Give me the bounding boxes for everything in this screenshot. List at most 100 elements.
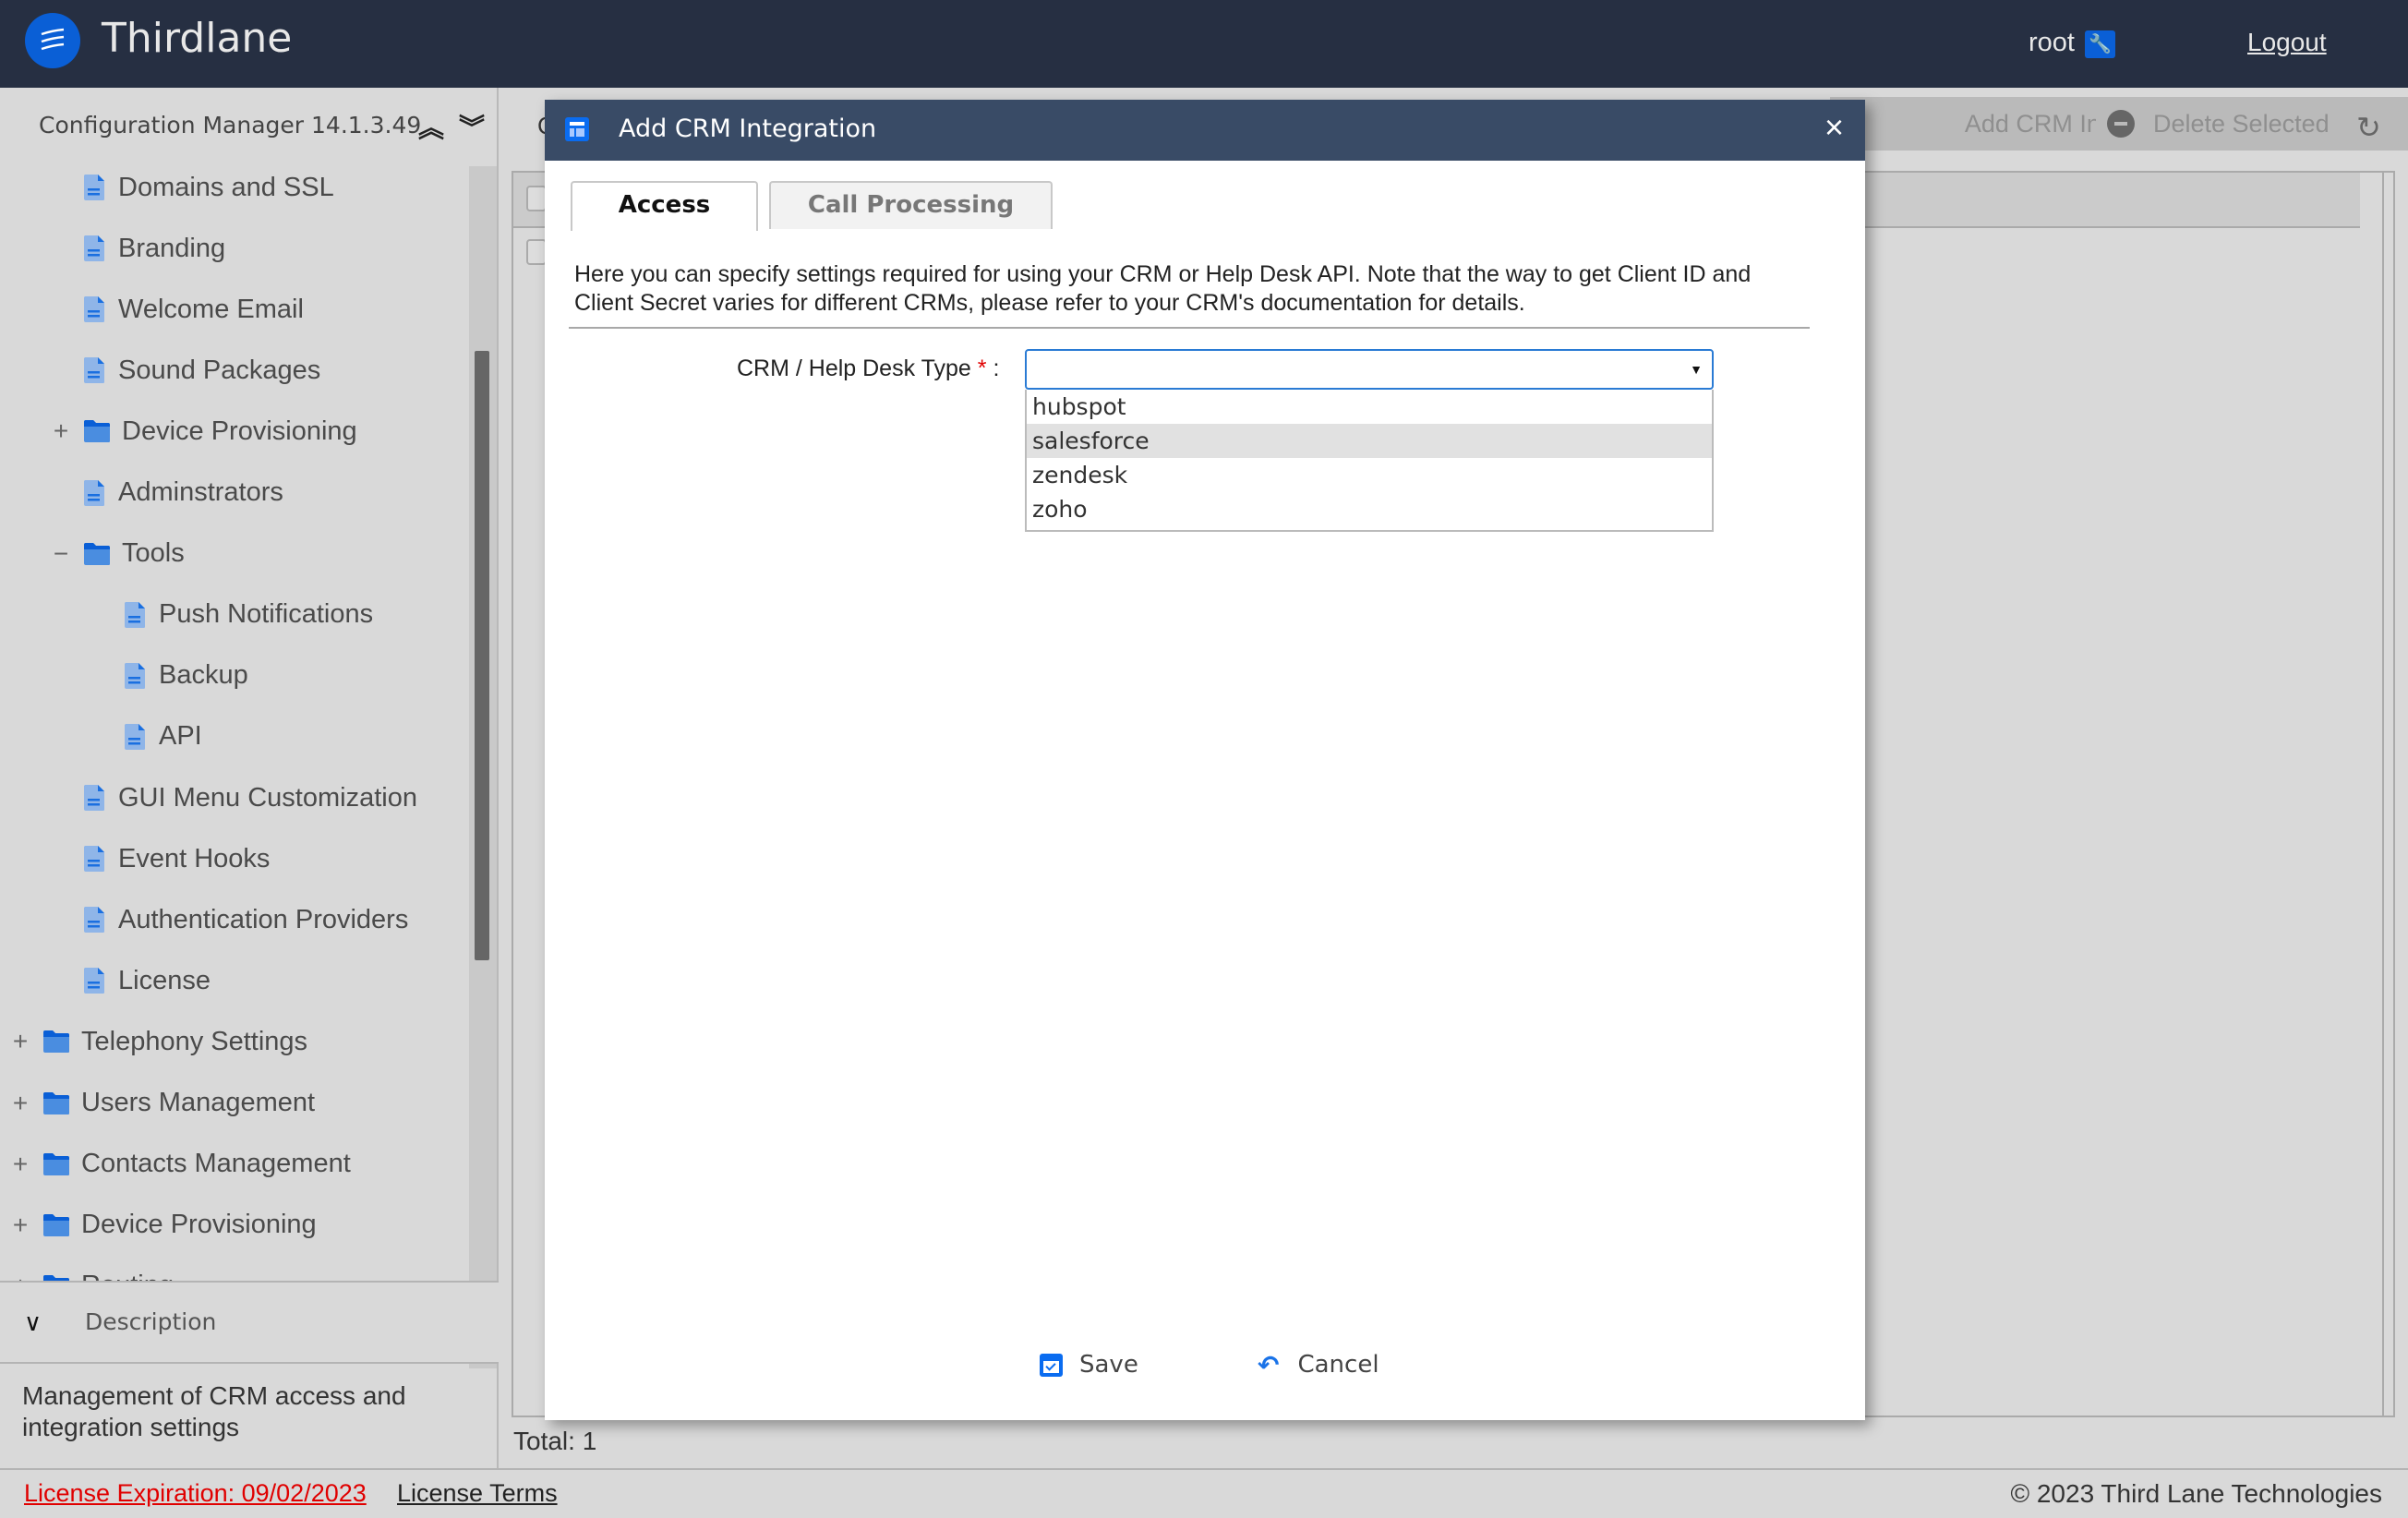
tree-item-label: Adminstrators bbox=[118, 477, 283, 507]
brand-name: Thirdlane bbox=[102, 15, 293, 62]
tree-item[interactable]: + Telephony Settings bbox=[13, 1018, 308, 1065]
expand-icon[interactable]: + bbox=[9, 1089, 31, 1118]
navigation-tree: Domains and SSL Branding Welcome Email Soun… bbox=[0, 166, 499, 1368]
save-label: Save bbox=[1079, 1351, 1138, 1379]
description-panel-header[interactable]: ∨ Description bbox=[0, 1281, 499, 1364]
license-expiration-link[interactable]: License Expiration: 09/02/2023 bbox=[24, 1479, 367, 1508]
refresh-icon[interactable]: ↻ bbox=[2356, 110, 2381, 145]
document-icon bbox=[83, 967, 105, 994]
cancel-button[interactable]: ↶ Cancel bbox=[1258, 1346, 1379, 1383]
tree-item[interactable]: + Device Provisioning bbox=[13, 1202, 317, 1248]
tree-item-label: Branding bbox=[118, 233, 226, 263]
tree-item-label: Welcome Email bbox=[118, 294, 304, 324]
tree-item-label: Telephony Settings bbox=[81, 1026, 308, 1056]
app-header: Thirdlane root 🔧 Logout bbox=[0, 0, 2408, 88]
tree-item[interactable]: API bbox=[124, 714, 202, 760]
tree-item[interactable]: Sound Packages bbox=[83, 347, 320, 393]
folder-icon bbox=[83, 419, 111, 443]
chevron-down-icon[interactable]: ∨ bbox=[24, 1308, 42, 1337]
tree-item[interactable]: Push Notifications bbox=[124, 592, 373, 638]
crm-type-select[interactable]: ▼ bbox=[1025, 349, 1714, 390]
tabs-divider bbox=[569, 327, 1810, 329]
expand-icon[interactable]: + bbox=[50, 416, 72, 446]
tree-scrollbar-thumb[interactable] bbox=[475, 351, 489, 960]
add-crm-integration-dialog: Add CRM Integration × Access Call Proces… bbox=[545, 100, 1865, 1420]
required-marker: * bbox=[977, 355, 987, 381]
save-button[interactable]: Save bbox=[1040, 1346, 1138, 1383]
dropdown-option[interactable]: zendesk bbox=[1027, 458, 1712, 492]
tree-item-label: Push Notifications bbox=[159, 599, 374, 630]
tree-item-label: Sound Packages bbox=[118, 355, 321, 385]
copyright: © 2023 Third Lane Technologies bbox=[2010, 1479, 2382, 1508]
tree-item[interactable]: + Contacts Management bbox=[13, 1141, 351, 1187]
document-icon bbox=[124, 662, 146, 690]
document-icon bbox=[83, 784, 105, 812]
document-icon bbox=[83, 235, 105, 262]
tab-access[interactable]: Access bbox=[571, 181, 758, 231]
document-icon bbox=[83, 906, 105, 934]
document-icon bbox=[124, 723, 146, 751]
tree-item[interactable]: License bbox=[83, 958, 211, 1004]
folder-icon bbox=[42, 1152, 70, 1176]
tree-item-label: Backup bbox=[159, 660, 248, 691]
folder-icon bbox=[83, 542, 111, 566]
logout-link[interactable]: Logout bbox=[2247, 28, 2327, 57]
current-user: root bbox=[2029, 28, 2075, 57]
tab-call-processing[interactable]: Call Processing bbox=[769, 181, 1053, 229]
thirdlane-logo-icon bbox=[25, 13, 80, 68]
tree-item-label: Domains and SSL bbox=[118, 172, 334, 202]
dropdown-arrow-icon[interactable]: ▼ bbox=[1690, 362, 1703, 377]
cancel-label: Cancel bbox=[1297, 1351, 1379, 1379]
dialog-title-bar[interactable]: Add CRM Integration × bbox=[545, 100, 1865, 161]
tree-item[interactable]: − Tools bbox=[54, 531, 185, 577]
dropdown-option[interactable]: salesforce bbox=[1027, 424, 1712, 458]
document-icon bbox=[124, 601, 146, 629]
expand-icon[interactable]: + bbox=[9, 1150, 31, 1179]
dialog-title: Add CRM Integration bbox=[619, 114, 877, 143]
tree-item[interactable]: Welcome Email bbox=[83, 286, 304, 332]
document-icon bbox=[83, 356, 105, 384]
double-chevron-down-icon[interactable]: ︾ bbox=[458, 108, 486, 145]
sidebar-title: Configuration Manager 14.1.3.49 bbox=[39, 112, 422, 139]
row-checkbox[interactable] bbox=[526, 239, 547, 265]
tree-item[interactable]: Domains and SSL bbox=[83, 166, 334, 211]
document-icon bbox=[83, 845, 105, 873]
folder-icon bbox=[42, 1213, 70, 1237]
dropdown-option[interactable]: zoho bbox=[1027, 492, 1712, 526]
description-label: Description bbox=[85, 1308, 217, 1335]
document-icon bbox=[83, 479, 105, 507]
sidebar: Configuration Manager 14.1.3.49 ︽ ︾ Doma… bbox=[0, 88, 499, 1468]
close-icon[interactable]: × bbox=[1824, 111, 1844, 144]
license-terms-link[interactable]: License Terms bbox=[397, 1479, 558, 1508]
tree-item[interactable]: Authentication Providers bbox=[83, 897, 408, 943]
save-icon bbox=[1040, 1353, 1063, 1377]
tree-item[interactable]: Adminstrators bbox=[83, 470, 283, 516]
label-colon: : bbox=[993, 355, 1000, 381]
tree-item-label: API bbox=[159, 721, 202, 752]
dropdown-option[interactable]: hubspot bbox=[1027, 390, 1712, 424]
expand-icon[interactable]: + bbox=[9, 1027, 31, 1056]
grid-scrollbar[interactable] bbox=[2382, 173, 2393, 1416]
sidebar-header: Configuration Manager 14.1.3.49 ︽ ︾ bbox=[0, 88, 499, 166]
tree-item[interactable]: GUI Menu Customization bbox=[83, 775, 417, 821]
tree-item[interactable]: Backup bbox=[124, 653, 248, 699]
tree-item-label: Device Provisioning bbox=[122, 416, 357, 446]
select-all-checkbox[interactable] bbox=[526, 186, 547, 211]
tree-item[interactable]: Event Hooks bbox=[83, 836, 270, 882]
document-icon bbox=[83, 174, 105, 201]
dialog-info-text: Here you can specify settings required f… bbox=[574, 261, 1752, 316]
collapse-icon[interactable]: − bbox=[50, 539, 72, 569]
double-chevron-up-icon[interactable]: ︽ bbox=[417, 108, 445, 145]
tree-item-label: Users Management bbox=[81, 1088, 316, 1117]
folder-icon bbox=[42, 1091, 70, 1115]
wrench-icon[interactable]: 🔧 bbox=[2085, 30, 2115, 58]
window-icon bbox=[565, 117, 589, 141]
expand-icon[interactable]: + bbox=[9, 1211, 31, 1240]
tree-item[interactable]: + Users Management bbox=[13, 1080, 316, 1126]
crm-type-label: CRM / Help Desk Type * : bbox=[737, 355, 999, 382]
tree-item[interactable]: + Device Provisioning bbox=[54, 408, 357, 454]
tree-item-label: Tools bbox=[122, 538, 185, 569]
tree-item[interactable]: Branding bbox=[83, 225, 225, 271]
tree-item-label: Event Hooks bbox=[118, 843, 271, 873]
crm-type-options: hubspot salesforce zendesk zoho bbox=[1025, 390, 1714, 532]
